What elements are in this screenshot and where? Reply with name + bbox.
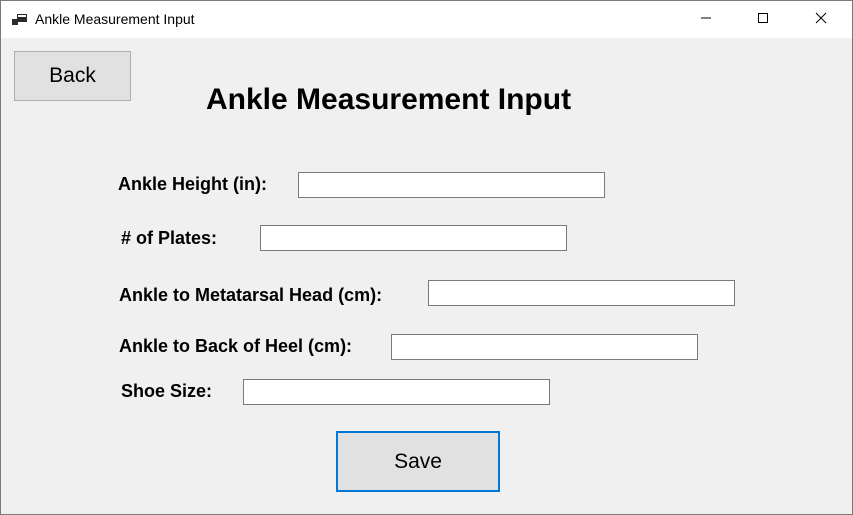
minimize-icon (700, 11, 712, 29)
ankle-to-heel-label: Ankle to Back of Heel (cm): (119, 336, 353, 356)
ankle-height-label: Ankle Height (in): (118, 174, 267, 194)
save-button[interactable]: Save (336, 431, 500, 492)
shoe-size-input[interactable] (243, 379, 550, 405)
plates-label: # of Plates: (121, 228, 218, 248)
plates-input[interactable] (260, 225, 567, 251)
back-button[interactable]: Back (14, 51, 131, 101)
minimize-button[interactable] (683, 1, 729, 38)
title-bar: Ankle Measurement Input (1, 1, 852, 38)
ankle-to-heel-input[interactable] (391, 334, 698, 360)
main-window: Ankle Measurement Input Back Ankle Measu… (0, 0, 853, 515)
ankle-to-metatarsal-input[interactable] (428, 280, 735, 306)
ankle-to-metatarsal-label: Ankle to Metatarsal Head (cm): (119, 285, 383, 305)
close-button[interactable] (798, 1, 844, 38)
page-title: Ankle Measurement Input (206, 83, 572, 116)
ankle-height-input[interactable] (298, 172, 605, 198)
maximize-button[interactable] (740, 1, 786, 38)
shoe-size-label: Shoe Size: (121, 381, 213, 401)
maximize-icon (757, 11, 769, 29)
window-title: Ankle Measurement Input (35, 11, 195, 27)
app-icon (12, 12, 28, 28)
close-icon (815, 11, 827, 29)
